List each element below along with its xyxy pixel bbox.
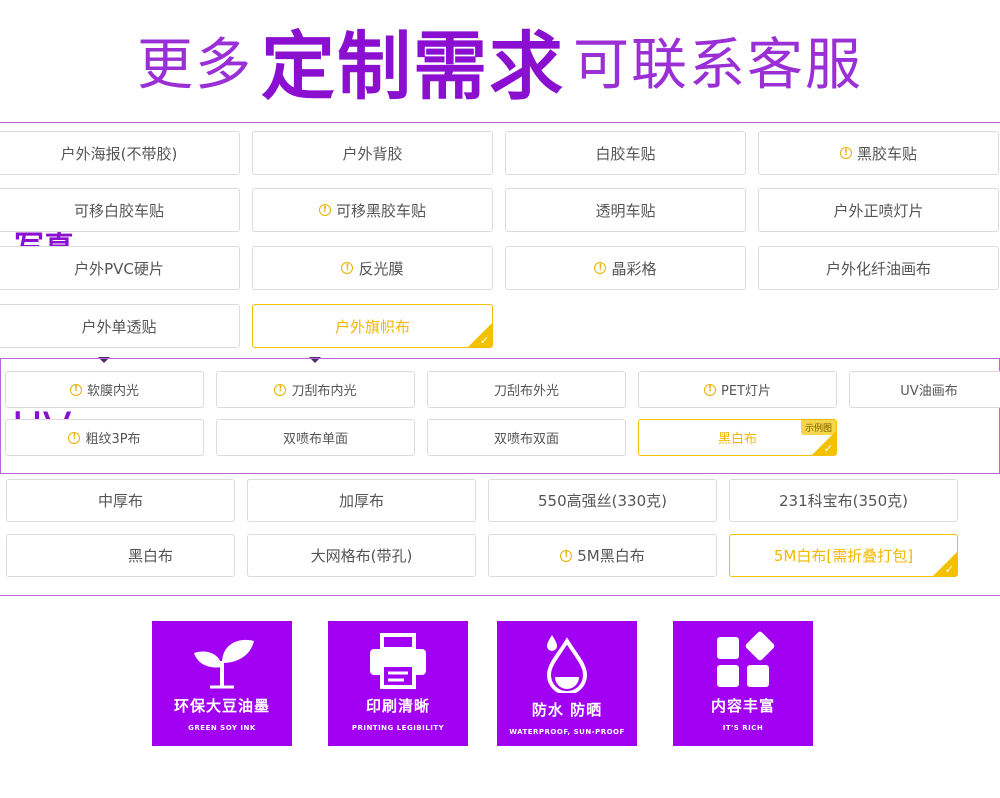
option-pet-lightbox[interactable]: ! PET灯片 xyxy=(638,371,837,408)
title-suffix: 可联系客服 xyxy=(573,32,863,98)
divider xyxy=(0,122,1000,123)
feature-subtitle: WATERPROOF, SUN-PROOF xyxy=(509,728,625,736)
warning-icon: ! xyxy=(318,204,331,216)
option-550-high-strength[interactable]: 550高强丝(330克) xyxy=(488,479,717,522)
warning-icon: ! xyxy=(560,549,573,562)
grid-icon xyxy=(717,631,775,687)
warning-icon: ! xyxy=(839,147,852,159)
warning-icon: ! xyxy=(274,383,287,396)
divider xyxy=(0,595,1000,596)
option-thick-cloth[interactable]: 加厚布 xyxy=(247,479,476,522)
option-scraped-cloth-inner[interactable]: ! 刀刮布内光 xyxy=(216,371,415,408)
option-coarse-3p-cloth[interactable]: ! 粗纹3P布 xyxy=(5,419,204,456)
warning-icon: ! xyxy=(68,431,81,444)
option-removable-black-sticker[interactable]: ! 可移黑胶车贴 xyxy=(252,188,493,232)
option-soft-film-inner-light[interactable]: ! 软膜内光 xyxy=(5,371,204,408)
option-scraped-cloth-outer[interactable]: 刀刮布外光 xyxy=(427,371,626,408)
option-double-spray-single[interactable]: 双喷布单面 xyxy=(216,419,415,456)
feature-title: 内容丰富 xyxy=(710,697,775,715)
feature-card-rich-content: 内容丰富 IT'S RICH xyxy=(673,621,813,746)
option-reflective-film[interactable]: ! 反光膜 xyxy=(252,246,493,290)
option-5m-black-white[interactable]: ! 5M黑白布 xyxy=(488,534,717,577)
option-black-car-sticker[interactable]: ! 黑胶车贴 xyxy=(758,131,999,175)
option-transparent-sticker[interactable]: 透明车贴 xyxy=(505,188,746,232)
feature-card-waterproof: 防水 防晒 WATERPROOF, SUN-PROOF xyxy=(497,621,637,746)
water-drop-icon xyxy=(546,635,588,693)
page-title: 更多 定制需求 可联系客服 xyxy=(0,0,1000,120)
option-removable-white-sticker[interactable]: 可移白胶车贴 xyxy=(0,188,240,232)
option-uv-black-white-cloth[interactable]: 黑白布 示例图 ✓ xyxy=(638,419,837,456)
feature-title: 印刷清晰 xyxy=(365,697,430,715)
option-outdoor-front-lightbox[interactable]: 户外正喷灯片 xyxy=(758,188,999,232)
feature-title: 环保大豆油墨 xyxy=(173,697,270,715)
warning-icon: ! xyxy=(341,262,354,274)
option-white-car-sticker[interactable]: 白胶车贴 xyxy=(505,131,746,175)
option-outdoor-one-way-vision[interactable]: 户外单透贴 xyxy=(0,304,240,348)
checkmark-icon: ✓ xyxy=(479,334,489,347)
option-outdoor-canvas[interactable]: 户外化纤油画布 xyxy=(758,246,999,290)
option-double-spray-double[interactable]: 双喷布双面 xyxy=(427,419,626,456)
warning-icon: ! xyxy=(594,262,607,274)
feature-subtitle: PRINTING LEGIBILITY xyxy=(351,724,445,732)
option-outdoor-back-adhesive[interactable]: 户外背胶 xyxy=(252,131,493,175)
printer-icon xyxy=(370,633,426,689)
feature-subtitle: GREEN SOY INK xyxy=(188,724,256,732)
checkmark-icon: ✓ xyxy=(823,442,833,455)
warning-icon: ! xyxy=(704,383,716,396)
option-5m-white-cloth[interactable]: 5M白布[需折叠打包] ✓ xyxy=(729,534,958,577)
option-outdoor-pvc-sheet[interactable]: 户外PVC硬片 xyxy=(0,246,240,290)
feature-title: 防水 防晒 xyxy=(531,701,603,719)
option-crystal-grid[interactable]: ! 晶彩格 xyxy=(505,246,746,290)
option-outdoor-flag-cloth[interactable]: 户外旗帜布 ✓ xyxy=(252,304,493,348)
title-prefix: 更多 xyxy=(137,32,253,98)
warning-icon: ! xyxy=(69,383,82,396)
option-uv-canvas[interactable]: UV油画布 xyxy=(849,371,1000,408)
option-outdoor-poster[interactable]: 户外海报(不带胶) xyxy=(0,131,240,175)
option-medium-cloth[interactable]: 中厚布 xyxy=(6,479,235,522)
option-231-kebao-cloth[interactable]: 231科宝布(350克) xyxy=(729,479,958,522)
checkmark-icon: ✓ xyxy=(944,563,954,576)
title-highlight: 定制需求 xyxy=(261,23,565,110)
option-large-mesh[interactable]: 大网格布(带孔) xyxy=(247,534,476,577)
sprout-icon xyxy=(194,639,254,689)
feature-card-soy-ink: 环保大豆油墨 GREEN SOY INK xyxy=(152,621,292,746)
feature-subtitle: IT'S RICH xyxy=(722,724,764,732)
option-spray-black-white[interactable]: 黑白布 xyxy=(6,534,235,577)
feature-card-print-clarity: 印刷清晰 PRINTING LEGIBILITY xyxy=(328,621,468,746)
